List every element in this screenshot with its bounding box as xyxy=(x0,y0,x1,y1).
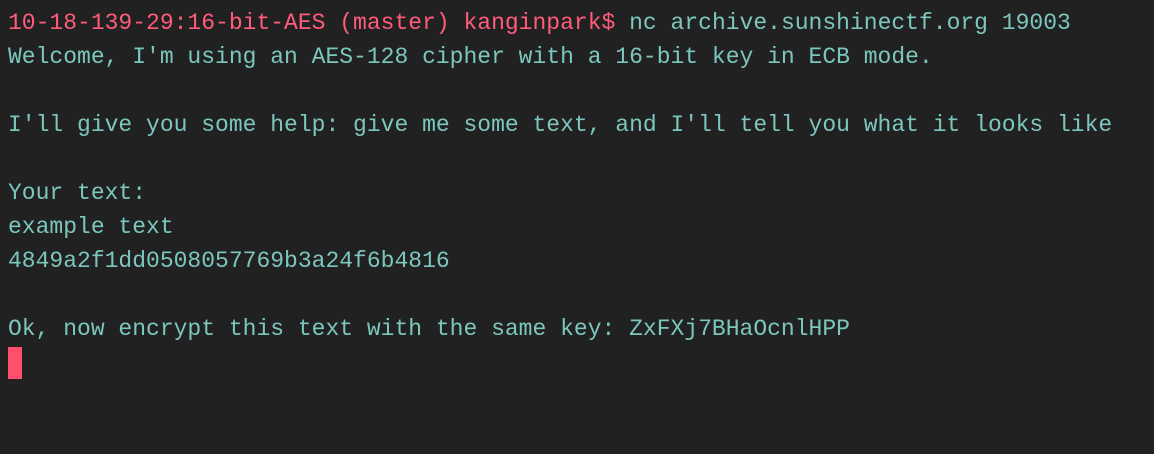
shell-prompt: 10-18-139-29:16-bit-AES (master) kanginp… xyxy=(8,10,616,36)
terminal-window[interactable]: 10-18-139-29:16-bit-AES (master) kanginp… xyxy=(0,0,1154,454)
output-line: Ok, now encrypt this text with the same … xyxy=(8,316,850,342)
prompt-line: 10-18-139-29:16-bit-AES (master) kanginp… xyxy=(8,6,1154,40)
output-line: example text xyxy=(8,214,174,240)
output-line: I'll give you some help: give me some te… xyxy=(8,112,1113,138)
output-line: Welcome, I'm using an AES-128 cipher wit… xyxy=(8,44,933,70)
command-text: nc archive.sunshinectf.org 19003 xyxy=(629,10,1071,36)
output-line: Your text: xyxy=(8,180,147,206)
output-line: 4849a2f1dd0508057769b3a24f6b4816 xyxy=(8,248,450,274)
input-line[interactable] xyxy=(8,346,1154,380)
terminal-cursor[interactable] xyxy=(8,347,22,379)
